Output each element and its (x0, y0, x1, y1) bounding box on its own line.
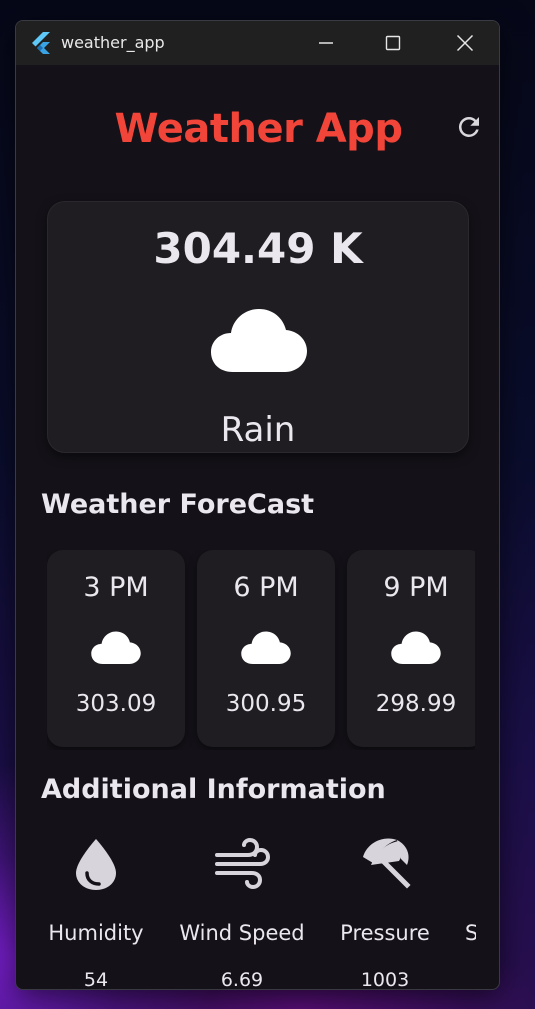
current-temperature: 304.49 K (153, 224, 363, 273)
air-icon (215, 837, 270, 890)
info-value: 54 (83, 969, 109, 990)
maximize-button[interactable] (358, 21, 428, 65)
flutter-logo-icon (32, 32, 50, 54)
forecast-card: 3 PM 303.09 (47, 550, 185, 747)
info-item-partial: S (420, 835, 476, 989)
forecast-time: 6 PM (233, 572, 299, 603)
forecast-card: 6 PM 300.95 (197, 550, 335, 747)
app-content: Weather App 304.49 K Rain Weather ForeCa… (16, 65, 499, 990)
current-weather-card: 304.49 K Rain (47, 201, 469, 453)
app-title: Weather App (114, 106, 403, 152)
cloud-icon (211, 309, 307, 372)
water-drop-icon (76, 839, 116, 890)
humidity-item: Humidity 54 (21, 835, 171, 990)
additional-info-heading: Additional Information (41, 774, 386, 805)
forecast-time: 9 PM (383, 572, 449, 603)
refresh-icon (458, 116, 479, 137)
forecast-heading: Weather ForeCast (41, 489, 315, 520)
forecast-time: 3 PM (83, 572, 149, 603)
info-label: Wind Speed (179, 921, 305, 945)
refresh-button[interactable] (454, 112, 484, 142)
info-value: 6.69 (220, 969, 264, 990)
forecast-temperature: 300.95 (225, 691, 307, 717)
additional-info-list[interactable]: Humidity 54 Wind Speed 6.69 Pressure 100… (16, 835, 476, 990)
cloud-icon (241, 631, 291, 664)
minimize-icon (319, 42, 333, 44)
info-label: Humidity (48, 921, 144, 945)
forecast-temperature: 303.09 (75, 691, 157, 717)
forecast-temperature: 298.99 (375, 691, 457, 717)
wind-speed-item: Wind Speed 6.69 (167, 835, 317, 990)
forecast-card: 9 PM 298.99 (347, 550, 475, 747)
title-bar[interactable]: weather_app (16, 21, 499, 65)
close-icon (456, 34, 474, 52)
current-condition: Rain (220, 410, 296, 450)
minimize-button[interactable] (291, 21, 361, 65)
cloud-icon (391, 631, 441, 664)
cloud-icon (91, 631, 141, 664)
beach-umbrella-icon (363, 838, 411, 889)
app-window: weather_app Weather App 304.49 K Rain We… (15, 20, 500, 990)
window-title: weather_app (61, 33, 165, 52)
maximize-icon (385, 35, 401, 51)
close-button[interactable] (430, 21, 499, 65)
forecast-list[interactable]: 3 PM 303.09 6 PM 300.95 9 PM 298.99 (47, 550, 475, 750)
info-label: S (465, 921, 476, 945)
